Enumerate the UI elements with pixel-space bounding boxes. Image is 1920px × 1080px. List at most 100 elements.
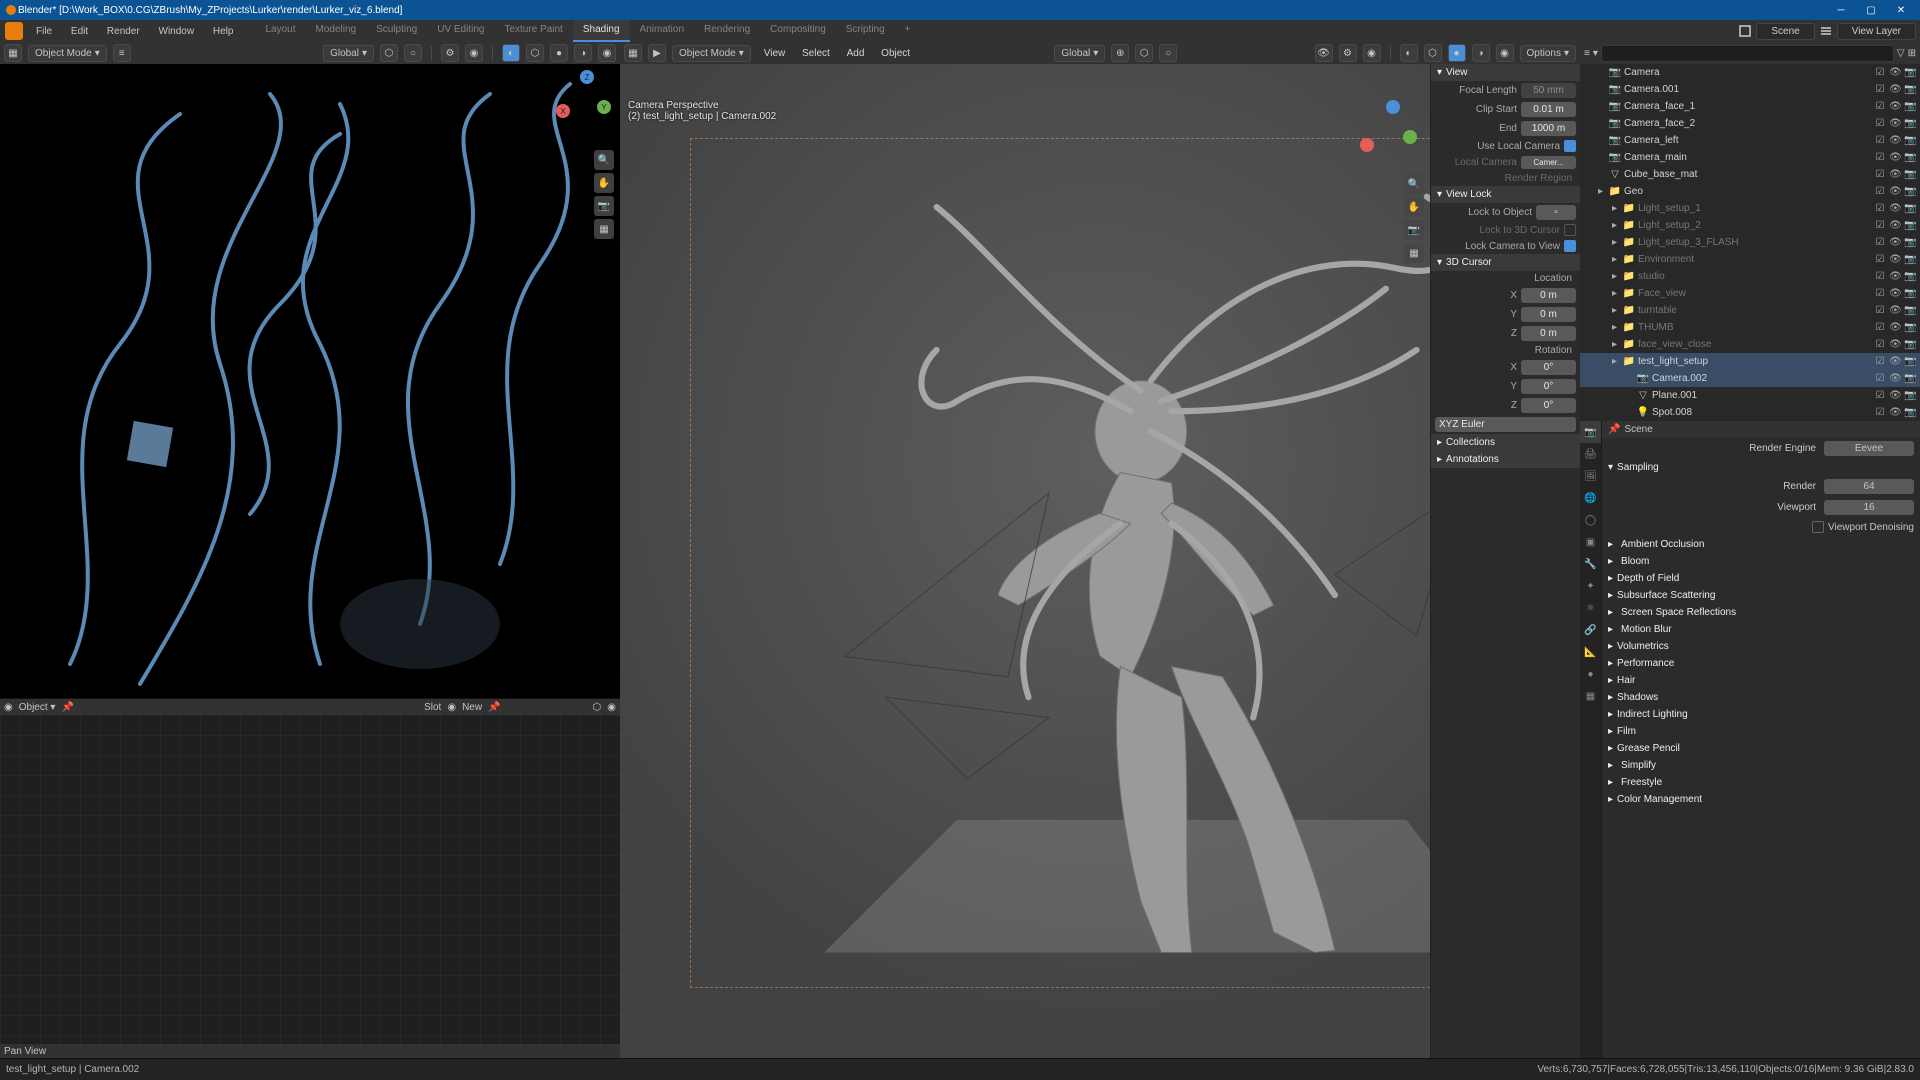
- outliner-item[interactable]: 📷 Camera_left ☑ 👁 📷: [1580, 132, 1920, 149]
- slot-dropdown[interactable]: Slot: [424, 702, 441, 713]
- editor-type-button[interactable]: ▦: [4, 44, 22, 62]
- visibility-toggle[interactable]: 👁: [1889, 407, 1901, 418]
- render-toggle[interactable]: 📷: [1904, 271, 1916, 282]
- props-panel-shadows[interactable]: ▸ Shadows: [1602, 689, 1920, 706]
- outliner-search[interactable]: [1601, 45, 1894, 62]
- editor-type-button[interactable]: ◉: [4, 702, 13, 713]
- props-panel-volumetrics[interactable]: ▸ Volumetrics: [1602, 638, 1920, 655]
- render-toggle[interactable]: 📷: [1904, 305, 1916, 316]
- gizmo-toggle[interactable]: ⚙: [1339, 44, 1357, 62]
- physics-tab[interactable]: ⚛: [1580, 597, 1601, 619]
- outliner-item[interactable]: ▸ 📁 Face_view ☑ 👁 📷: [1580, 285, 1920, 302]
- render-toggle[interactable]: 📷: [1904, 84, 1916, 95]
- annotations-panel-header[interactable]: ▸ Annotations: [1431, 451, 1580, 468]
- exclude-toggle[interactable]: ☑: [1874, 152, 1886, 163]
- exclude-toggle[interactable]: ☑: [1874, 254, 1886, 265]
- ws-layout[interactable]: Layout: [255, 20, 305, 42]
- outliner-item[interactable]: ▸ 📁 Environment ☑ 👁 📷: [1580, 251, 1920, 268]
- outliner-item[interactable]: ▸ 📁 test_light_setup ☑ 👁 📷: [1580, 353, 1920, 370]
- render-toggle[interactable]: 📷: [1904, 169, 1916, 180]
- new-material-button[interactable]: New: [462, 702, 482, 713]
- mode-dropdown[interactable]: Object Mode ▾: [672, 45, 751, 62]
- outliner-item[interactable]: 📷 Camera_face_2 ☑ 👁 📷: [1580, 115, 1920, 132]
- exclude-toggle[interactable]: ☑: [1874, 203, 1886, 214]
- gizmo-x[interactable]: X: [556, 104, 570, 118]
- mode-dropdown[interactable]: Object Mode ▾: [28, 45, 107, 62]
- props-panel-hair[interactable]: ▸ Hair: [1602, 672, 1920, 689]
- outliner-item[interactable]: ▸ 📁 turntable ☑ 👁 📷: [1580, 302, 1920, 319]
- nav-gizmo[interactable]: Z Y X: [554, 70, 614, 130]
- object-types-visibility[interactable]: 👁: [1315, 44, 1333, 62]
- denoise-check[interactable]: [1812, 521, 1824, 533]
- visibility-toggle[interactable]: 👁: [1889, 203, 1901, 214]
- output-tab[interactable]: 🖨: [1580, 443, 1601, 465]
- outliner-item[interactable]: 📷 Camera.002 ☑ 👁 📷: [1580, 370, 1920, 387]
- snap-toggle[interactable]: ⬡: [1135, 44, 1153, 62]
- ws-modeling[interactable]: Modeling: [305, 20, 366, 42]
- perspective-button[interactable]: ▦: [1404, 243, 1424, 263]
- data-tab[interactable]: 📐: [1580, 641, 1601, 663]
- render-toggle[interactable]: 📷: [1904, 67, 1916, 78]
- outliner-item[interactable]: 📷 Camera_main ☑ 👁 📷: [1580, 149, 1920, 166]
- options-button[interactable]: Options ▾: [1520, 45, 1577, 62]
- pivot-dropdown[interactable]: ⊕: [1111, 44, 1129, 62]
- exclude-toggle[interactable]: ☑: [1874, 339, 1886, 350]
- prop-edit-toggle[interactable]: ○: [1159, 44, 1177, 62]
- ws-animation[interactable]: Animation: [630, 20, 694, 42]
- cursor-tool[interactable]: ▶: [648, 44, 666, 62]
- browse-material[interactable]: ◉: [447, 702, 456, 713]
- orientation-dropdown[interactable]: Global ▾: [323, 45, 374, 62]
- props-panel-motion-blur[interactable]: ▸ Motion Blur: [1602, 621, 1920, 638]
- render-toggle[interactable]: 📷: [1904, 373, 1916, 384]
- overlay-toggle[interactable]: ◉: [465, 44, 483, 62]
- menu-select[interactable]: Select: [795, 48, 837, 59]
- visibility-toggle[interactable]: 👁: [1889, 169, 1901, 180]
- outliner-item[interactable]: ▽ Cube_base_mat ☑ 👁 📷: [1580, 166, 1920, 183]
- modifiers-tab[interactable]: 🔧: [1580, 553, 1601, 575]
- render-samples[interactable]: 64: [1824, 479, 1914, 494]
- exclude-toggle[interactable]: ☑: [1874, 237, 1886, 248]
- props-panel-subsurface-scattering[interactable]: ▸ Subsurface Scattering: [1602, 587, 1920, 604]
- menu-render[interactable]: Render: [99, 23, 148, 40]
- menu-window[interactable]: Window: [151, 23, 203, 40]
- ws-rendering[interactable]: Rendering: [694, 20, 760, 42]
- exclude-toggle[interactable]: ☑: [1874, 322, 1886, 333]
- overlay-gizmo-toggle[interactable]: ⚙: [441, 44, 459, 62]
- exclude-toggle[interactable]: ☑: [1874, 186, 1886, 197]
- props-panel-film[interactable]: ▸ Film: [1602, 723, 1920, 740]
- texture-tab[interactable]: ▦: [1580, 685, 1601, 707]
- object-tab[interactable]: ▣: [1580, 531, 1601, 553]
- render-toggle[interactable]: 📷: [1904, 220, 1916, 231]
- exclude-toggle[interactable]: ☑: [1874, 288, 1886, 299]
- render-toggle[interactable]: 📷: [1904, 356, 1916, 367]
- outliner-item[interactable]: ▸ 📁 Light_setup_1 ☑ 👁 📷: [1580, 200, 1920, 217]
- ws-compositing[interactable]: Compositing: [760, 20, 836, 42]
- render-toggle[interactable]: 📷: [1904, 288, 1916, 299]
- outliner-item[interactable]: ▸ 📁 Light_setup_2 ☑ 👁 📷: [1580, 217, 1920, 234]
- props-panel-simplify[interactable]: ▸ Simplify: [1602, 757, 1920, 774]
- particles-tab[interactable]: ✦: [1580, 575, 1601, 597]
- snap-toggle[interactable]: ⬡: [380, 44, 398, 62]
- viewlayer-tab[interactable]: 🖼: [1580, 465, 1601, 487]
- gizmo-z[interactable]: [1386, 100, 1400, 114]
- zoom-button[interactable]: 🔍: [1404, 174, 1424, 194]
- shading-wireframe[interactable]: ⬡: [1424, 44, 1442, 62]
- outliner-item[interactable]: 💡 Spot.008 ☑ 👁 📷: [1580, 404, 1920, 421]
- props-panel-grease-pencil[interactable]: ▸ Grease Pencil: [1602, 740, 1920, 757]
- exclude-toggle[interactable]: ☑: [1874, 84, 1886, 95]
- overlay-toggle[interactable]: ◉: [607, 702, 616, 713]
- visibility-toggle[interactable]: 👁: [1889, 322, 1901, 333]
- filter-button[interactable]: ▽: [1897, 48, 1905, 59]
- visibility-toggle[interactable]: 👁: [1889, 152, 1901, 163]
- xray-toggle[interactable]: ◐: [502, 44, 520, 62]
- ws-add[interactable]: +: [895, 20, 921, 42]
- main-viewport[interactable]: Camera Perspective (2) test_light_setup …: [620, 64, 1580, 1058]
- constraints-tab[interactable]: 🔗: [1580, 619, 1601, 641]
- props-panel-freestyle[interactable]: ▸ Freestyle: [1602, 774, 1920, 791]
- gizmo-y[interactable]: Y: [597, 100, 611, 114]
- render-toggle[interactable]: 📷: [1904, 135, 1916, 146]
- outliner-item[interactable]: 📷 Camera.001 ☑ 👁 📷: [1580, 81, 1920, 98]
- exclude-toggle[interactable]: ☑: [1874, 67, 1886, 78]
- node-editor[interactable]: ◉ Object ▾ 📌 Slot ◉ New 📌 ⬡ ◉ Pan View: [0, 698, 620, 1058]
- close-button[interactable]: ✕: [1886, 1, 1916, 19]
